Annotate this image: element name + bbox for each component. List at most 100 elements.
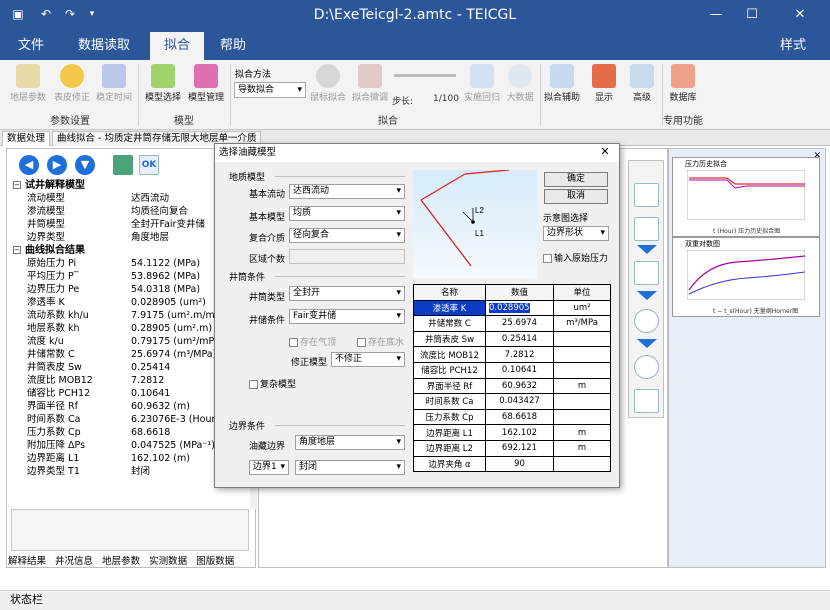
tab-formation[interactable]: 地层参数 — [102, 556, 140, 567]
unit-cell: um² — [553, 299, 611, 317]
diagram-select[interactable]: 边界形状 — [543, 226, 609, 241]
tab-results[interactable]: 解释结果 — [8, 556, 46, 567]
thumb-log-log[interactable]: 双重对数图 t − t_s(Hour) 无量纲Horner图 — [672, 237, 820, 317]
advanced-button[interactable]: 高级 — [622, 64, 662, 103]
param-name: 边界压力 Pe — [27, 284, 80, 295]
boundary1-select[interactable]: 边界1 — [249, 460, 289, 475]
step-slider[interactable] — [394, 74, 456, 77]
value-cell[interactable]: 60.9632 — [485, 377, 554, 395]
param-name: 储容比 PCH12 — [27, 388, 91, 399]
table-row[interactable]: 井储常数 C 25.6974 m³/MPa — [413, 315, 611, 332]
wellbore-type-select[interactable]: 全封开 — [289, 286, 405, 301]
fit-assist-button[interactable]: 拟合辅助 — [541, 64, 583, 103]
table-row[interactable]: 流度比 MOB12 7.2812 — [413, 346, 611, 363]
chart-edit-icon[interactable] — [634, 217, 659, 241]
table-row[interactable]: 边界夹角 α 90 — [413, 455, 611, 473]
boundary1-type-select[interactable]: 封闭 — [295, 460, 405, 475]
table-row[interactable]: 边界距离 L2 692.121 m — [413, 439, 611, 457]
regression-button[interactable]: 实施回归 — [460, 64, 504, 103]
zoom-in-icon[interactable] — [634, 309, 659, 333]
ok-button[interactable]: 确定 — [544, 172, 608, 187]
skin-icon — [60, 64, 84, 88]
menu-data-read[interactable]: 数据读取 — [66, 32, 142, 60]
value-cell[interactable]: 68.6618 — [485, 408, 554, 426]
tab-chart-data[interactable]: 图版数据 — [196, 556, 234, 567]
reservoir-boundary-select[interactable]: 角度地层 — [295, 435, 405, 450]
param-name: 井筒表皮 Sw — [27, 362, 82, 373]
skin-correction-button[interactable]: 表皮修正 — [50, 64, 94, 103]
param-name: 渗透率 K — [27, 297, 65, 308]
database-button[interactable]: 数据库 — [662, 64, 704, 103]
value-cell[interactable]: 7.2812 — [485, 346, 554, 363]
complex-model-checkbox[interactable]: 复杂模型 — [249, 377, 296, 390]
table-row[interactable]: 边界距离 L1 162.102 m — [413, 424, 611, 441]
back-icon[interactable]: ◀ — [19, 155, 39, 175]
ok-icon[interactable]: OK — [139, 155, 159, 175]
composite-select[interactable]: 径向复合 — [289, 228, 405, 243]
menu-help[interactable]: 帮助 — [208, 32, 258, 60]
correction-select[interactable]: 不修正 — [331, 352, 405, 367]
fit-method-select[interactable]: 导数拟合 — [234, 82, 306, 98]
display-button[interactable]: 显示 — [584, 64, 624, 103]
cancel-button[interactable]: 取消 — [544, 189, 608, 204]
table-row[interactable]: 储容比 PCH12 0.10641 — [413, 361, 611, 379]
value-cell[interactable]: 90 — [485, 455, 554, 473]
boundary-diagram: L2 L1 — [413, 170, 537, 278]
storage-select[interactable]: Fair变井储 — [289, 309, 405, 324]
collapse-icon[interactable]: − — [13, 246, 21, 254]
thumb-pressure-history[interactable]: 压力历史拟合 t (Hour) 压力历史拟合图 — [672, 157, 820, 237]
model-select-button[interactable]: 模型选择 — [141, 64, 185, 103]
column-header: 数值 — [485, 284, 554, 301]
big-data-button[interactable]: 大数据 — [500, 64, 540, 103]
param-value: 均质径向复合 — [131, 206, 189, 217]
mouse-fit-button[interactable]: 鼠标拟合 — [306, 64, 350, 103]
value-cell[interactable]: 0.043427 — [485, 393, 554, 410]
down-arrow-icon[interactable] — [637, 245, 657, 254]
chart-type-icon[interactable] — [634, 183, 659, 207]
table-row[interactable]: 渗透率 K 0.028905 um² — [413, 299, 611, 317]
basic-model-select[interactable]: 均质 — [289, 206, 405, 221]
value-cell[interactable]: 162.102 — [485, 424, 554, 441]
table-row[interactable]: 井筒表皮 Sw 0.25414 — [413, 330, 611, 348]
maximize-icon[interactable]: ☐ — [738, 4, 766, 26]
fine-tune-button[interactable]: 拟合微调 — [348, 64, 392, 103]
model-manage-button[interactable]: 模型管理 — [184, 64, 228, 103]
bottom-water-checkbox[interactable]: 存在底水 — [357, 335, 404, 348]
minimize-icon[interactable]: — — [702, 4, 730, 26]
title-bar: ▣ ↶ ↷ ▾ D:\ExeTeicgl-2.amtc - TEICGL — ☐… — [0, 0, 830, 32]
stable-time-button[interactable]: 稳定时间 — [92, 64, 136, 103]
value-cell[interactable]: 0.25414 — [485, 330, 554, 348]
menu-fit[interactable]: 拟合 — [150, 32, 205, 60]
zoom-out-icon[interactable] — [634, 355, 659, 379]
storage-label: 井储条件 — [249, 316, 286, 326]
table-row[interactable]: 压力系数 Cp 68.6618 — [413, 408, 611, 426]
zone-count-field[interactable] — [289, 249, 405, 264]
value-cell[interactable]: 25.6974 — [485, 315, 554, 332]
close-icon[interactable]: ✕ — [597, 145, 613, 160]
table-row[interactable]: 时间系数 Ca 0.043427 — [413, 393, 611, 410]
value-cell[interactable]: 0.10641 — [485, 361, 554, 379]
fit-all-icon[interactable] — [634, 389, 659, 413]
close-icon[interactable]: ✕ — [786, 4, 814, 26]
down-arrow-icon[interactable] — [637, 291, 657, 300]
down-arrow-icon[interactable] — [637, 339, 657, 348]
value-cell[interactable]: 692.121 — [485, 439, 554, 457]
fit-method-label: 拟合方法 — [235, 70, 272, 80]
basic-flow-select[interactable]: 达西流动 — [289, 184, 405, 199]
unit-cell — [553, 408, 611, 426]
forward-icon[interactable]: ▶ — [47, 155, 67, 175]
tab-measured[interactable]: 实测数据 — [149, 556, 187, 567]
table-row[interactable]: 界面半径 Rf 60.9632 m — [413, 377, 611, 395]
tab-well-info[interactable]: 井况信息 — [55, 556, 93, 567]
excel-icon[interactable] — [634, 261, 659, 285]
down-icon[interactable]: ▼ — [75, 155, 95, 175]
gas-cap-checkbox[interactable]: 存在气顶 — [289, 335, 336, 348]
export-icon[interactable] — [113, 155, 133, 175]
tab-data-processing[interactable]: 数据处理 — [2, 131, 51, 146]
value-cell[interactable]: 0.028905 — [485, 299, 554, 317]
formation-params-button[interactable]: 地层参数 — [6, 64, 50, 103]
menu-file[interactable]: 文件 — [6, 32, 56, 60]
collapse-icon[interactable]: − — [13, 181, 21, 189]
menu-style[interactable]: 样式 — [768, 32, 818, 60]
input-pressure-checkbox[interactable]: 输入原始压力 — [543, 251, 608, 264]
